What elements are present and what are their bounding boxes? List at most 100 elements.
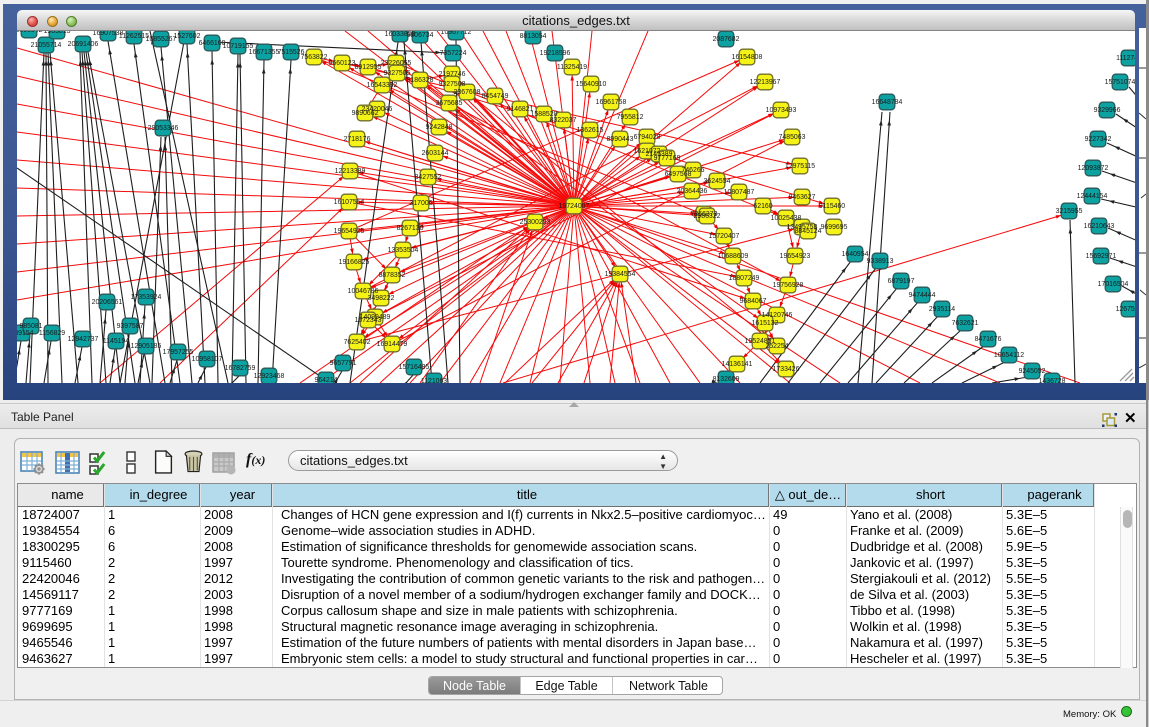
svg-text:6794028: 6794028 xyxy=(634,134,661,141)
svg-text:19384554: 19384554 xyxy=(605,271,636,278)
svg-text:1112748: 1112748 xyxy=(1116,55,1135,62)
svg-text:7632621: 7632621 xyxy=(952,320,979,327)
svg-text:9115460: 9115460 xyxy=(819,203,845,210)
svg-text:1267533: 1267533 xyxy=(1116,306,1135,313)
svg-text:9227342: 9227342 xyxy=(1085,136,1112,143)
svg-text:7625402: 7625402 xyxy=(344,339,371,346)
svg-text:15640910: 15640910 xyxy=(576,81,607,88)
svg-text:1362615: 1362615 xyxy=(577,127,604,134)
svg-text:14120746: 14120746 xyxy=(762,312,793,319)
svg-text:2986322: 2986322 xyxy=(694,213,721,220)
svg-text:1527602: 1527602 xyxy=(174,33,201,40)
svg-text:10967712: 10967712 xyxy=(441,31,472,36)
svg-text:9242848: 9242848 xyxy=(426,124,453,131)
svg-text:6497568: 6497568 xyxy=(665,171,692,178)
svg-text:11325419: 11325419 xyxy=(557,64,587,71)
svg-text:3624554: 3624554 xyxy=(704,178,731,185)
svg-text:16961758: 16961758 xyxy=(596,99,627,106)
svg-text:16543382: 16543382 xyxy=(367,82,398,89)
svg-text:17957255: 17957255 xyxy=(163,349,194,356)
svg-text:21055714: 21055714 xyxy=(31,42,62,49)
svg-text:9245052: 9245052 xyxy=(1019,368,1046,375)
svg-text:20364436: 20364436 xyxy=(677,188,708,195)
svg-text:3215955: 3215955 xyxy=(1056,208,1083,215)
svg-text:16107554: 16107554 xyxy=(334,199,365,206)
svg-text:2718176: 2718176 xyxy=(344,136,371,143)
svg-text:12213967: 12213967 xyxy=(750,79,781,86)
svg-text:2197746: 2197746 xyxy=(439,71,466,78)
svg-text:8322037: 8322037 xyxy=(550,117,577,124)
svg-text:1145194: 1145194 xyxy=(103,338,129,345)
svg-text:8132609: 8132609 xyxy=(713,376,740,383)
svg-text:18724007: 18724007 xyxy=(559,203,590,210)
svg-text:29053346: 29053346 xyxy=(148,125,179,132)
svg-text:16210643: 16210643 xyxy=(1084,223,1115,230)
svg-text:8912955: 8912955 xyxy=(355,64,382,71)
svg-text:19654923: 19654923 xyxy=(780,253,811,260)
svg-text:15751074: 15751074 xyxy=(1105,79,1135,86)
svg-text:25300293: 25300293 xyxy=(520,219,551,226)
svg-text:62160: 62160 xyxy=(753,203,772,210)
svg-text:19756928: 19756928 xyxy=(773,282,804,289)
svg-text:9327505: 9327505 xyxy=(384,70,411,77)
svg-text:18807249: 18807249 xyxy=(729,275,760,282)
svg-text:1572343: 1572343 xyxy=(355,317,382,324)
svg-text:16671355: 16671355 xyxy=(249,49,280,56)
svg-text:8845124: 8845124 xyxy=(795,228,822,235)
svg-text:2605542: 2605542 xyxy=(17,31,43,34)
svg-text:8454749: 8454749 xyxy=(482,93,509,100)
svg-text:2935114: 2935114 xyxy=(929,306,955,313)
svg-text:8186328: 8186328 xyxy=(407,77,434,84)
svg-text:12942737: 12942737 xyxy=(68,336,99,343)
svg-text:10025438: 10025438 xyxy=(771,215,802,222)
svg-text:3675685: 3675685 xyxy=(436,100,463,107)
svg-text:7357224: 7357224 xyxy=(440,50,467,57)
svg-text:17353924: 17353924 xyxy=(131,294,162,301)
svg-text:9699695: 9699695 xyxy=(821,224,848,231)
svg-text:16782759: 16782759 xyxy=(225,365,256,372)
svg-text:9890662: 9890662 xyxy=(352,110,379,117)
svg-text:12923468: 12923468 xyxy=(254,373,285,380)
svg-text:1733426: 1733426 xyxy=(773,366,800,373)
svg-text:9684067: 9684067 xyxy=(740,298,767,305)
svg-text:23226055: 23226055 xyxy=(381,60,412,67)
svg-text:1121063: 1121063 xyxy=(421,378,447,383)
svg-text:10807487: 10807487 xyxy=(724,189,755,196)
svg-text:6879197: 6879197 xyxy=(888,278,915,285)
svg-text:9660123: 9660123 xyxy=(329,60,356,67)
svg-text:12093872: 12093872 xyxy=(1078,165,1109,172)
svg-text:9463627: 9463627 xyxy=(789,194,816,201)
svg-text:3498222: 3498222 xyxy=(368,295,395,302)
svg-text:6466160: 6466160 xyxy=(199,40,226,47)
svg-text:9657791: 9657791 xyxy=(330,360,357,367)
svg-text:19166825: 19166825 xyxy=(339,259,370,266)
svg-text:16154808: 16154808 xyxy=(732,54,763,61)
svg-text:8990443: 8990443 xyxy=(607,136,634,143)
svg-text:14136141: 14136141 xyxy=(722,361,753,368)
svg-text:13353504: 13353504 xyxy=(388,247,419,254)
svg-text:9806734: 9806734 xyxy=(407,32,434,39)
svg-text:1905813: 1905813 xyxy=(44,31,71,35)
svg-text:10688609: 10688609 xyxy=(718,253,749,260)
svg-text:7485063: 7485063 xyxy=(779,134,806,141)
svg-text:9327508: 9327508 xyxy=(439,81,466,88)
svg-text:8267130: 8267130 xyxy=(397,225,424,232)
svg-text:2367608: 2367608 xyxy=(454,89,481,96)
svg-text:15720407: 15720407 xyxy=(709,233,740,240)
svg-text:10654112: 10654112 xyxy=(994,352,1024,359)
svg-text:9329966: 9329966 xyxy=(1094,107,1121,114)
svg-text:19654925: 19654925 xyxy=(334,228,365,235)
svg-text:20206561: 20206561 xyxy=(92,299,123,306)
svg-text:8878352: 8878352 xyxy=(379,272,406,279)
svg-text:15716485: 15716485 xyxy=(399,364,430,371)
svg-text:15692971: 15692971 xyxy=(1086,253,1117,260)
svg-text:317006: 317006 xyxy=(410,200,433,207)
svg-text:9474444: 9474444 xyxy=(909,292,936,299)
svg-text:939154: 939154 xyxy=(17,330,34,337)
svg-text:964214: 964214 xyxy=(315,377,338,383)
svg-text:1615132: 1615132 xyxy=(752,320,779,327)
svg-text:8471676: 8471676 xyxy=(975,336,1002,343)
svg-text:8427552: 8427552 xyxy=(415,174,442,181)
svg-text:12444154: 12444154 xyxy=(1077,193,1108,200)
svg-text:20691406: 20691406 xyxy=(68,41,99,48)
